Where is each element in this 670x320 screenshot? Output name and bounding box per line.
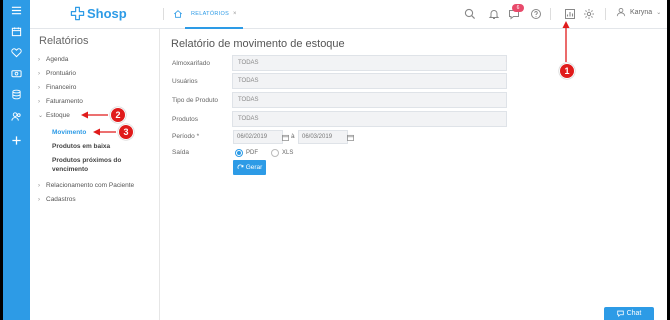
chevron-right-icon: › xyxy=(38,70,40,77)
logo-cross-icon xyxy=(70,6,85,21)
sidebar-title: Relatórios xyxy=(39,35,89,47)
app-window: Shosp RELATÓRIOS × 6 Karyna ⌄ Relatórios… xyxy=(3,0,667,320)
produtos-select[interactable]: TODAS xyxy=(232,111,507,127)
menu-icon[interactable] xyxy=(7,2,26,18)
user-icon xyxy=(616,8,626,17)
calendar-icon[interactable] xyxy=(345,131,355,143)
reports-icon[interactable] xyxy=(564,8,576,20)
chat-button[interactable]: Chat xyxy=(604,307,654,320)
chevron-down-icon: ⌄ xyxy=(656,9,662,16)
radio-unselected-icon xyxy=(271,149,279,157)
produtos-label: Produtos xyxy=(172,116,199,123)
output-xls-radio[interactable]: XLS xyxy=(271,149,293,157)
user-name: Karyna xyxy=(630,8,653,16)
sidebar-item-relacionamento[interactable]: › Relacionamento com Paciente xyxy=(38,182,134,189)
page-title: Relatório de movimento de estoque xyxy=(171,38,345,50)
notification-badge: 6 xyxy=(512,4,524,12)
gear-icon[interactable] xyxy=(583,8,595,20)
chevron-right-icon: › xyxy=(38,56,40,63)
sidebar-item-faturamento[interactable]: › Faturamento xyxy=(38,98,83,105)
annotation-marker-1: 1 xyxy=(559,63,575,79)
tab-relatorios[interactable]: RELATÓRIOS × xyxy=(185,0,243,29)
periodo-label: Período * xyxy=(172,133,200,140)
saida-label: Saída xyxy=(172,149,189,156)
sidebar-item-estoque[interactable]: ⌄ Estoque xyxy=(38,112,70,119)
bell-icon[interactable] xyxy=(488,8,500,20)
report-form: Relatório de movimento de estoque Almoxa… xyxy=(161,29,667,320)
almoxarifado-select[interactable]: TODAS xyxy=(232,55,507,71)
calendar-icon[interactable] xyxy=(280,131,290,143)
chevron-right-icon: › xyxy=(38,98,40,105)
period-separator: à xyxy=(291,133,295,140)
sidebar-item-financeiro[interactable]: › Financeiro xyxy=(38,84,76,91)
sidebar-subitem-produtos-em-baixa[interactable]: Produtos em baixa xyxy=(52,142,110,151)
usuarios-select[interactable]: TODAS xyxy=(232,73,507,89)
output-pdf-radio[interactable]: PDF xyxy=(235,149,258,157)
users-icon[interactable] xyxy=(7,108,26,124)
annotation-marker-3: 3 xyxy=(118,124,134,140)
almoxarifado-label: Almoxarifado xyxy=(172,60,210,67)
tipo-produto-select[interactable]: TODAS xyxy=(232,92,507,108)
usuarios-label: Usuários xyxy=(172,78,198,85)
help-icon[interactable] xyxy=(530,8,542,20)
chevron-right-icon: › xyxy=(38,84,40,91)
logo[interactable]: Shosp xyxy=(70,6,127,21)
period-end-input[interactable]: 06/03/2019 xyxy=(298,130,348,144)
sidebar-item-agenda[interactable]: › Agenda xyxy=(38,56,68,63)
add-icon[interactable] xyxy=(7,132,26,148)
heart-icon[interactable] xyxy=(7,44,26,60)
home-icon[interactable] xyxy=(173,9,183,19)
sidebar-item-cadastros[interactable]: › Cadastros xyxy=(38,196,76,203)
money-icon[interactable] xyxy=(7,65,26,81)
chat-icon xyxy=(616,310,624,317)
sidebar-item-prontuario[interactable]: › Prontuário xyxy=(38,70,76,77)
top-bar: Shosp RELATÓRIOS × 6 Karyna ⌄ xyxy=(30,0,667,29)
search-icon[interactable] xyxy=(464,8,476,20)
period-start-input[interactable]: 06/02/2019 xyxy=(233,130,283,144)
tab-label: RELATÓRIOS xyxy=(191,10,230,17)
refresh-icon xyxy=(237,164,244,170)
sidebar-subitem-produtos-vencimento[interactable]: Produtos próximos do vencimento xyxy=(52,156,152,174)
tipo-produto-label: Tipo de Produto xyxy=(172,97,219,104)
annotation-marker-2: 2 xyxy=(110,107,126,123)
calendar-icon[interactable] xyxy=(7,23,26,39)
user-menu[interactable]: Karyna ⌄ xyxy=(616,7,661,17)
tab-close-icon[interactable]: × xyxy=(233,11,237,17)
reports-sidebar: Relatórios › Agenda › Prontuário › Finan… xyxy=(30,29,160,320)
database-icon[interactable] xyxy=(7,86,26,102)
chevron-right-icon: › xyxy=(38,182,40,189)
brand-name: Shosp xyxy=(87,6,127,21)
icon-rail xyxy=(3,0,30,320)
generate-button[interactable]: Gerar xyxy=(233,160,266,175)
radio-selected-icon xyxy=(235,149,243,157)
chevron-down-icon: ⌄ xyxy=(38,113,44,119)
chevron-right-icon: › xyxy=(38,196,40,203)
sidebar-subitem-movimento[interactable]: Movimento xyxy=(52,128,86,137)
